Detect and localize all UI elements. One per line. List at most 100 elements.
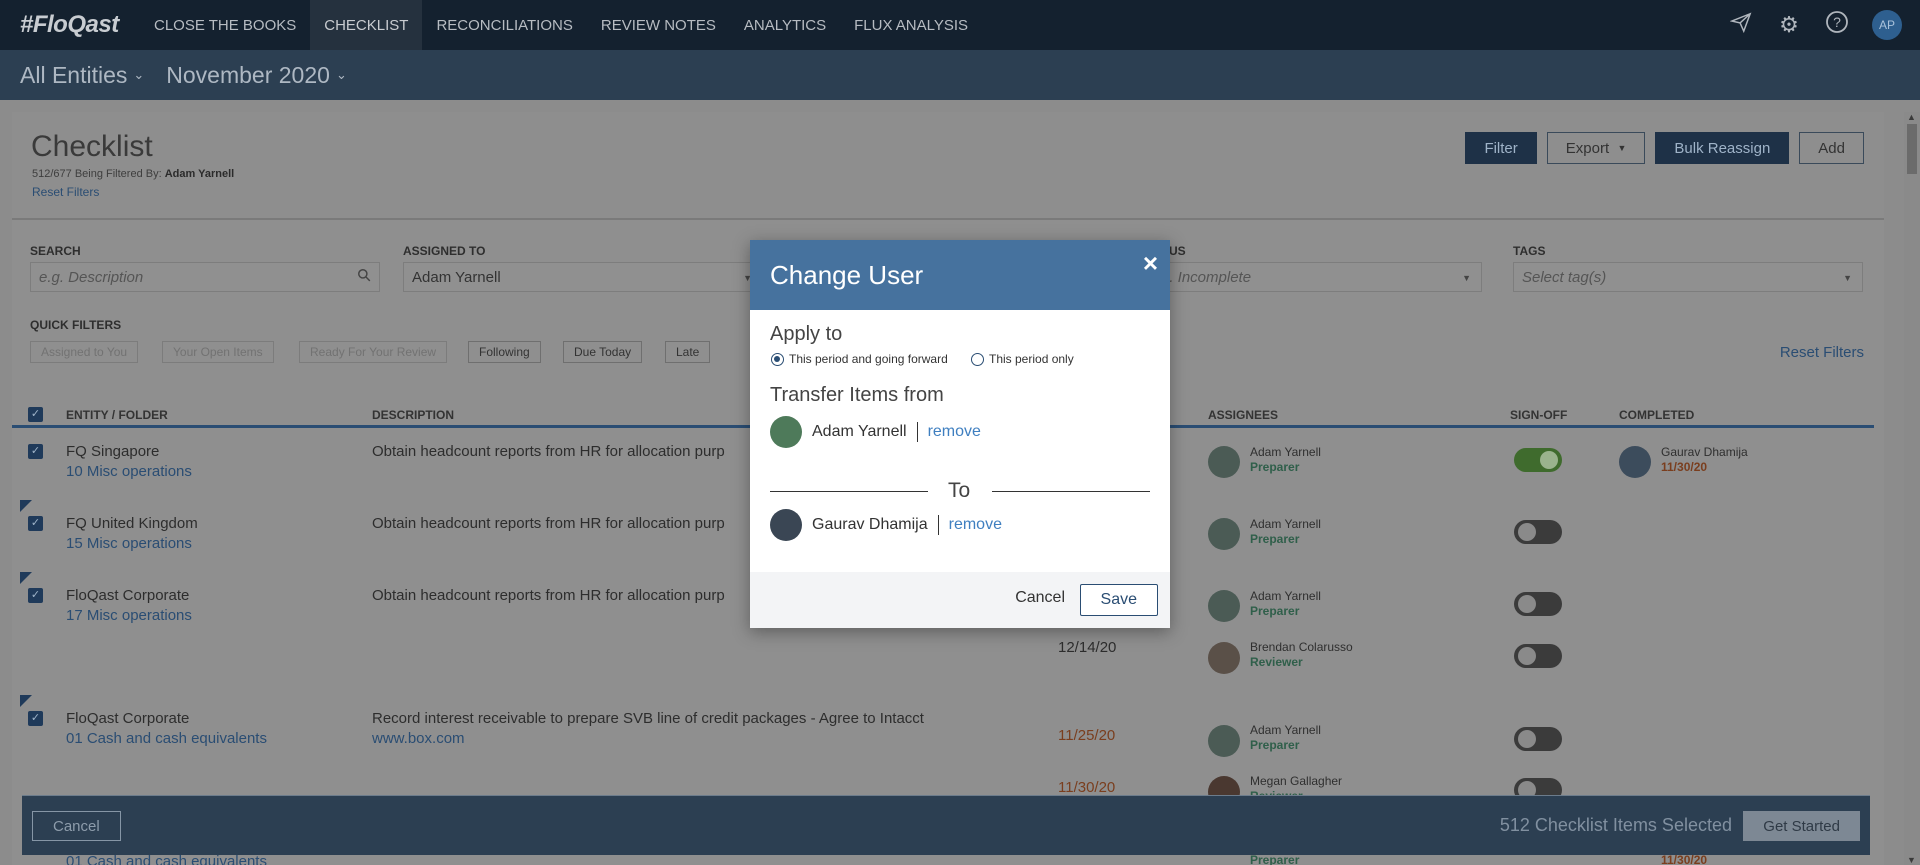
completed-by-name: Gaurav Dhamija	[1661, 445, 1748, 459]
add-button[interactable]: Add	[1799, 132, 1864, 164]
user-avatar[interactable]: AP	[1872, 10, 1902, 40]
save-button[interactable]: Save	[1079, 584, 1158, 616]
row-folder-link[interactable]: 10 Misc operations	[66, 463, 192, 480]
radio-going-forward-label: This period and going forward	[789, 352, 948, 366]
search-input[interactable]: e.g. Description	[30, 262, 380, 292]
table-row[interactable]: ✓ FloQast Corporate 01 Cash and cash equ…	[12, 699, 1874, 809]
assignee-avatar	[1208, 518, 1240, 550]
reset-filters-link[interactable]: Reset Filters	[1780, 344, 1864, 361]
to-user-avatar	[770, 509, 802, 541]
assignee-role: Preparer	[1250, 738, 1300, 752]
nav-review-notes[interactable]: REVIEW NOTES	[587, 0, 730, 50]
scroll-down-icon[interactable]: ▼	[1907, 855, 1916, 865]
radio-going-forward[interactable]: This period and going forward	[771, 352, 948, 366]
column-completed[interactable]: COMPLETED	[1619, 408, 1694, 422]
filter-summary: 512/677 Being Filtered By: Adam Yarnell	[32, 168, 234, 180]
row-checkbox[interactable]: ✓	[28, 444, 43, 459]
reset-filters-link[interactable]: Reset Filters	[32, 185, 99, 199]
page-scrollbar[interactable]: ▲ ▼	[1904, 112, 1920, 865]
filter-button[interactable]: Filter	[1465, 132, 1537, 164]
assignee-name: Adam Yarnell	[1250, 445, 1321, 459]
from-user: Adam Yarnell remove	[770, 416, 981, 448]
nav-close-the-books[interactable]: CLOSE THE BOOKS	[140, 0, 310, 50]
radio-unselected-icon	[971, 352, 984, 366]
row-checkbox[interactable]: ✓	[28, 588, 43, 603]
status-select[interactable]: g. Incomplete ▼	[1152, 262, 1482, 292]
quick-filter-your-open-items[interactable]: Your Open Items	[162, 341, 274, 363]
select-all-checkbox[interactable]: ✓	[28, 407, 43, 422]
signoff-toggle[interactable]	[1514, 592, 1562, 616]
caret-down-icon: ▼	[1617, 143, 1627, 153]
row-checkbox[interactable]: ✓	[28, 516, 43, 531]
help-icon[interactable]: ?	[1824, 10, 1850, 40]
quick-filter-following[interactable]: Following	[468, 341, 541, 363]
remove-from-user-link[interactable]: remove	[928, 423, 981, 441]
nav-checklist[interactable]: CHECKLIST	[310, 0, 423, 50]
selected-count: 512 Checklist Items Selected	[1499, 815, 1732, 835]
column-assignees[interactable]: ASSIGNEES	[1208, 408, 1278, 422]
status-placeholder: g. Incomplete	[1161, 269, 1252, 286]
close-icon[interactable]: ×	[1143, 248, 1158, 279]
column-signoff[interactable]: SIGN-OFF	[1510, 408, 1567, 422]
cancel-button[interactable]: Cancel	[1015, 589, 1065, 607]
export-button[interactable]: Export ▼	[1546, 132, 1646, 164]
scroll-thumb[interactable]	[1907, 124, 1917, 174]
scroll-up-icon[interactable]: ▲	[1907, 112, 1916, 122]
get-started-button[interactable]: Get Started	[1743, 811, 1860, 841]
period-label: November 2020	[166, 61, 330, 88]
radio-this-period-only[interactable]: This period only	[971, 352, 1074, 366]
entity-label: All Entities	[20, 61, 128, 88]
search-placeholder: e.g. Description	[39, 269, 144, 286]
assignee-role: Reviewer	[1250, 655, 1303, 669]
row-description: Obtain headcount reports from HR for all…	[372, 443, 725, 460]
row-entity: FQ United Kingdom	[66, 515, 198, 532]
bulk-reassign-button[interactable]: Bulk Reassign	[1655, 132, 1790, 164]
due-date: 12/14/20	[1058, 639, 1117, 656]
signoff-toggle[interactable]	[1514, 520, 1562, 544]
top-navigation: #FloQast CLOSE THE BOOKS CHECKLIST RECON…	[0, 0, 1920, 50]
cancel-selection-button[interactable]: Cancel	[32, 811, 121, 841]
signoff-toggle[interactable]	[1514, 644, 1562, 668]
tags-select[interactable]: Select tag(s) ▼	[1513, 262, 1863, 292]
row-attachment-link[interactable]: www.box.com	[372, 730, 465, 747]
send-icon[interactable]	[1728, 11, 1754, 39]
svg-text:?: ?	[1833, 14, 1841, 30]
signoff-toggle[interactable]	[1514, 727, 1562, 751]
assigned-to-label: ASSIGNED TO	[403, 244, 486, 258]
row-folder-link[interactable]: 01 Cash and cash equivalents	[66, 730, 267, 747]
signoff-toggle[interactable]	[1514, 448, 1562, 472]
quick-filter-ready-for-review[interactable]: Ready For Your Review	[299, 341, 448, 363]
column-entity[interactable]: ENTITY / FOLDER	[66, 408, 168, 422]
assignee-name: Adam Yarnell	[1250, 589, 1321, 603]
entity-selector[interactable]: All Entities ⌄	[20, 62, 144, 89]
assigned-to-select[interactable]: Adam Yarnell ▼	[403, 262, 763, 292]
tags-label: TAGS	[1513, 244, 1546, 258]
quick-filter-late[interactable]: Late	[665, 341, 711, 363]
nav-analytics[interactable]: ANALYTICS	[730, 0, 840, 50]
radio-this-period-label: This period only	[989, 352, 1074, 366]
quick-filter-assigned-to-you[interactable]: Assigned to You	[30, 341, 139, 363]
row-folder-link[interactable]: 15 Misc operations	[66, 535, 192, 552]
filter-count: 512/677 Being Filtered By:	[32, 168, 162, 180]
floqast-logo[interactable]: #FloQast	[20, 11, 140, 39]
to-user: Gaurav Dhamija remove	[770, 509, 1002, 541]
row-checkbox[interactable]: ✓	[28, 711, 43, 726]
separator	[916, 422, 918, 442]
due-date: 11/30/20	[1058, 779, 1116, 796]
nav-flux-analysis[interactable]: FLUX ANALYSIS	[840, 0, 982, 50]
assignee-name: Adam Yarnell	[1250, 517, 1321, 531]
remove-to-user-link[interactable]: remove	[949, 516, 1002, 534]
row-description: Obtain headcount reports from HR for all…	[372, 587, 725, 604]
assignee-avatar	[1208, 446, 1240, 478]
period-selector[interactable]: November 2020 ⌄	[166, 62, 347, 89]
transfer-from-heading: Transfer Items from	[770, 384, 944, 406]
row-folder-link[interactable]: 17 Misc operations	[66, 607, 192, 624]
nav-reconciliations[interactable]: RECONCILIATIONS	[422, 0, 586, 50]
row-description: Record interest receivable to prepare SV…	[372, 710, 924, 727]
assignee-name: Adam Yarnell	[1250, 723, 1321, 737]
to-user-name: Gaurav Dhamija	[812, 516, 928, 533]
apply-to-heading: Apply to	[770, 323, 843, 345]
column-description[interactable]: DESCRIPTION	[372, 408, 454, 422]
gear-icon[interactable]: ⚙	[1776, 12, 1802, 38]
quick-filter-due-today[interactable]: Due Today	[563, 341, 643, 363]
